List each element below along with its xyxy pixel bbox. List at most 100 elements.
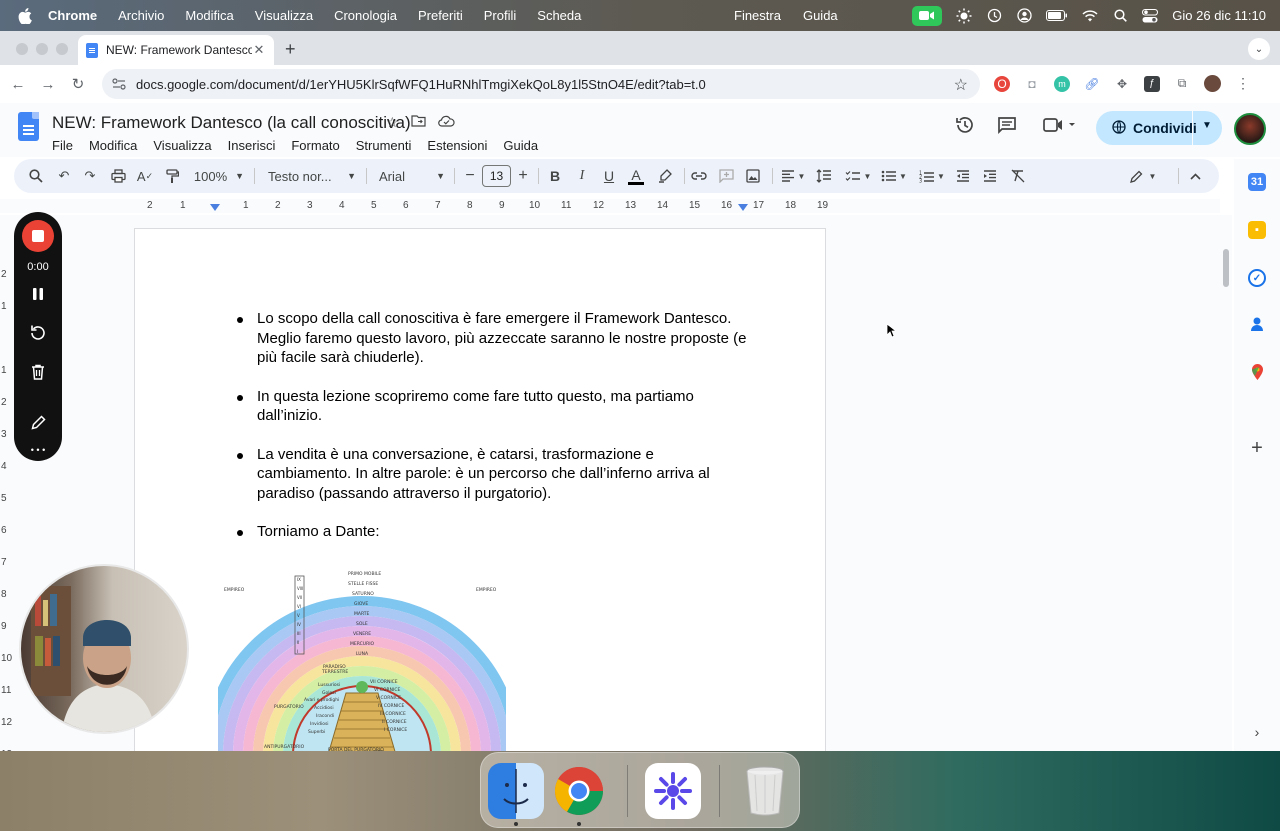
menubar-item-archivio[interactable]: Archivio: [118, 8, 164, 23]
insert-image-icon[interactable]: [745, 159, 761, 193]
minimize-window-button[interactable]: [36, 43, 48, 55]
chrome-menu-icon[interactable]: ⋮: [1235, 75, 1251, 92]
vertical-scrollbar[interactable]: [1222, 215, 1232, 751]
drag-handle-icon[interactable]: • • •: [28, 444, 48, 456]
user-avatar[interactable]: [1234, 113, 1266, 145]
keep-icon[interactable]: ▪: [1248, 221, 1266, 239]
menubar-item-preferiti[interactable]: Preferiti: [418, 8, 463, 23]
search-menus-icon[interactable]: [28, 159, 44, 193]
delete-recording-icon[interactable]: [28, 362, 48, 382]
new-tab-icon[interactable]: +: [285, 39, 296, 60]
paint-format-icon[interactable]: [164, 159, 180, 193]
draw-pencil-icon[interactable]: [28, 412, 48, 432]
left-indent-marker[interactable]: [210, 204, 220, 211]
cloud-saved-icon[interactable]: [437, 114, 455, 131]
docs-menu-file[interactable]: File: [52, 138, 73, 153]
stop-recording-button[interactable]: [22, 220, 54, 252]
maximize-window-button[interactable]: [56, 43, 68, 55]
finder-app-icon[interactable]: [488, 763, 544, 819]
star-document-icon[interactable]: ☆: [386, 114, 399, 131]
paragraph-style-select[interactable]: Testo nor... ▼: [268, 159, 356, 193]
camera-extension-icon[interactable]: ◘: [1024, 76, 1040, 92]
brightness-icon[interactable]: [956, 8, 972, 24]
decrease-font-size-icon[interactable]: −: [464, 159, 476, 193]
menubar-item-visualizza[interactable]: Visualizza: [255, 8, 313, 23]
search-icon[interactable]: [1112, 8, 1128, 24]
close-window-button[interactable]: [16, 43, 28, 55]
font-family-select[interactable]: Arial ▼: [379, 159, 445, 193]
clear-formatting-icon[interactable]: [1009, 159, 1025, 193]
underline-icon[interactable]: U: [602, 159, 616, 193]
bullet-item[interactable]: In questa lezione scopriremo come fare t…: [135, 387, 827, 426]
site-info-icon[interactable]: [112, 77, 126, 91]
menubar-item-modifica[interactable]: Modifica: [185, 8, 233, 23]
back-arrow-icon[interactable]: ←: [8, 74, 28, 94]
script-extension-icon[interactable]: ƒ: [1144, 75, 1160, 92]
forward-arrow-icon[interactable]: →: [38, 74, 58, 94]
version-history-icon[interactable]: [955, 115, 975, 140]
insert-link-icon[interactable]: [691, 159, 707, 193]
docs-menu-inserisci[interactable]: Inserisci: [228, 138, 276, 153]
red-extension-icon[interactable]: O: [994, 75, 1010, 92]
meet-camera-icon[interactable]: [1043, 117, 1075, 138]
bold-icon[interactable]: B: [548, 159, 562, 193]
wifi-icon[interactable]: [1082, 8, 1098, 24]
scrollbar-thumb[interactable]: [1223, 249, 1229, 287]
docs-menu-visualizza[interactable]: Visualizza: [153, 138, 211, 153]
add-comment-icon[interactable]: [718, 159, 734, 193]
bullet-item[interactable]: La vendita è una conversazione, è catars…: [135, 445, 827, 504]
browser-tab-active[interactable]: NEW: Framework Dantesco (l ✕: [78, 35, 274, 65]
bookmark-star-icon[interactable]: ☆: [954, 75, 968, 95]
menubar-item-cronologia[interactable]: Cronologia: [334, 8, 397, 23]
apple-logo-icon[interactable]: [18, 7, 32, 24]
italic-icon[interactable]: I: [575, 159, 589, 193]
docs-menu-strumenti[interactable]: Strumenti: [356, 138, 412, 153]
control-center-icon[interactable]: [1142, 8, 1159, 24]
share-dropdown-caret-icon[interactable]: ▼: [1202, 120, 1212, 131]
google-docs-logo-icon[interactable]: [18, 112, 39, 141]
bullet-item[interactable]: Lo scopo della call conoscitiva è fare e…: [135, 309, 827, 368]
webcam-bubble[interactable]: [19, 564, 189, 734]
side-panel-expand-chevron-icon[interactable]: ›: [1248, 723, 1266, 741]
move-to-folder-icon[interactable]: [410, 114, 426, 131]
share-button[interactable]: Condividi ▼: [1096, 111, 1222, 145]
tasks-icon[interactable]: ✓: [1248, 269, 1266, 287]
menubar-clock[interactable]: Gio 26 dic 11:10: [1172, 8, 1266, 23]
undo-icon[interactable]: ↶: [56, 159, 72, 193]
restart-recording-icon[interactable]: [28, 322, 48, 342]
trash-app-icon[interactable]: [737, 763, 793, 819]
docs-menu-formato[interactable]: Formato: [291, 138, 339, 153]
time-machine-icon[interactable]: [986, 8, 1002, 24]
puzzle-extensions-icon[interactable]: ⧉: [1174, 76, 1190, 92]
menubar-item-guida[interactable]: Guida: [803, 8, 838, 23]
tab-close-icon[interactable]: ✕: [252, 42, 266, 58]
facetime-camera-icon[interactable]: [912, 5, 943, 26]
menubar-item-scheda[interactable]: Scheda: [537, 8, 581, 23]
numbered-list-icon[interactable]: 1 2 3 ▼: [917, 159, 947, 193]
move-extension-icon[interactable]: ✥: [1114, 76, 1130, 92]
font-size-input[interactable]: 13: [482, 165, 511, 187]
document-page[interactable]: Lo scopo della call conoscitiva è fare e…: [134, 228, 826, 751]
increase-indent-icon[interactable]: [982, 159, 998, 193]
zoom-select[interactable]: 100% ▼: [194, 159, 244, 193]
m-extension-icon[interactable]: m: [1054, 75, 1070, 92]
document-title[interactable]: NEW: Framework Dantesco (la call conosci…: [52, 113, 411, 133]
redo-icon[interactable]: ↷: [82, 159, 98, 193]
horizontal-ruler[interactable]: 2 1 1 2 3 4 5 6 7 8 9 10 11 12 13 14 15 …: [0, 199, 1220, 213]
increase-font-size-icon[interactable]: +: [517, 159, 529, 193]
docs-menu-estensioni[interactable]: Estensioni: [427, 138, 487, 153]
menubar-item-finestra[interactable]: Finestra: [734, 8, 781, 23]
bulleted-list-icon[interactable]: ▼: [880, 159, 908, 193]
collapse-toolbar-chevron-icon[interactable]: [1187, 159, 1203, 193]
user-account-icon[interactable]: [1016, 8, 1032, 24]
profile-avatar-small[interactable]: [1204, 75, 1221, 92]
menubar-item-profili[interactable]: Profili: [484, 8, 517, 23]
dante-purgatorio-illustration[interactable]: EMPIREO EMPIREO PRIMO MOBILE STELLE FISS…: [218, 565, 506, 751]
pause-recording-icon[interactable]: [28, 284, 48, 304]
align-left-icon[interactable]: ▼: [779, 159, 807, 193]
calendar-icon[interactable]: 31: [1248, 173, 1266, 191]
bullet-item[interactable]: Torniamo a Dante:: [135, 522, 827, 542]
reload-icon[interactable]: ↻: [68, 74, 88, 94]
url-omnibox[interactable]: docs.google.com/document/d/1erYHU5KlrSqf…: [102, 69, 980, 99]
checklist-icon[interactable]: ▼: [843, 159, 873, 193]
